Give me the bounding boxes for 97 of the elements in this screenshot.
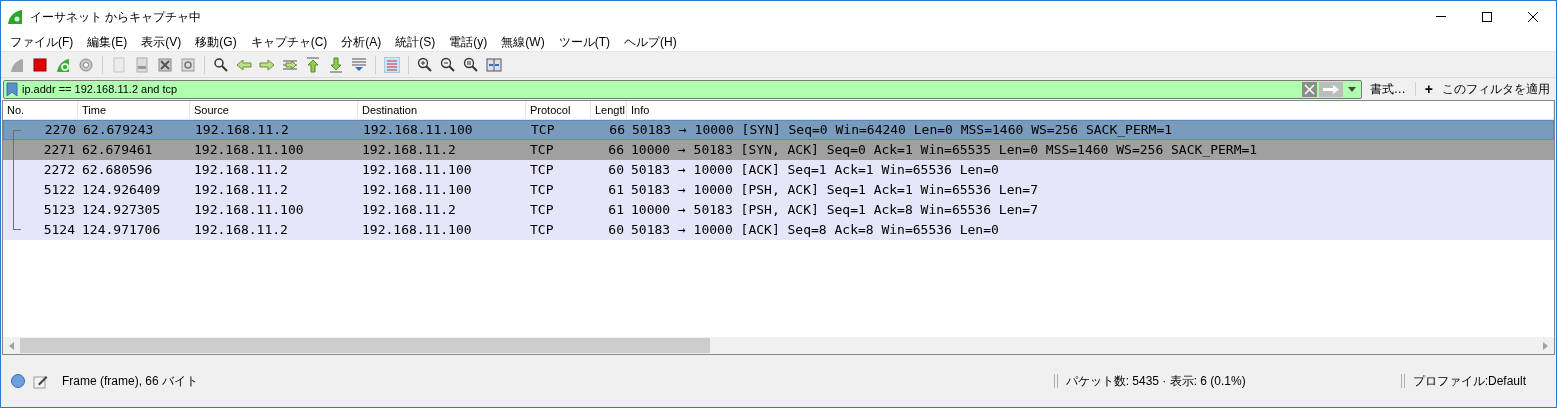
table-cell-text: 5123 <box>42 201 76 220</box>
packet-row[interactable]: 5123 124.927305 192.168.11.100 192.168.11.2 TCP 61 10000 → 50183 [PSH, ACK] Seq=1 Ack=8 Win=65536 Len=7 <box>3 200 1554 220</box>
shark-fin-icon[interactable] <box>9 56 25 73</box>
table-cell-text: 124.927305 <box>81 201 162 220</box>
table-cell-text: 50183 → 10000 [ACK] Seq=8 Ack=8 Win=65536 Len=0 <box>630 221 1000 240</box>
table-cell-text: 60 <box>607 221 625 240</box>
table-cell-text: 61 <box>607 181 625 200</box>
table-cell-text: 62.680596 <box>81 161 154 180</box>
table-cell-text: TCP <box>529 161 555 180</box>
table-cell-text: 50183 → 10000 [SYN] Seq=0 Win=64240 Len=0 MSS=1460 WS=256 SACK_PERM=1 <box>631 121 1174 140</box>
menu-item[interactable]: 表示(V) <box>134 31 189 52</box>
table-cell-text: 66 <box>607 141 625 160</box>
dropdown-arrow-icon[interactable] <box>1347 86 1356 92</box>
resize-columns-icon[interactable] <box>486 56 502 73</box>
table-cell-text: 124.971706 <box>81 221 162 240</box>
menu-item[interactable]: ヘルプ(H) <box>617 31 684 52</box>
menu-item[interactable]: 移動(G) <box>188 31 244 52</box>
colorize-lines-icon[interactable] <box>384 56 400 73</box>
table-cell-text: TCP <box>529 221 555 240</box>
filter-field[interactable]: ip.addr == 192.168.11.2 and tcp <box>3 79 1362 99</box>
edit-note-icon[interactable] <box>33 373 48 389</box>
gear-icon[interactable] <box>78 56 94 73</box>
table-cell-text: 2270 <box>43 121 77 140</box>
table-cell-text: 2272 <box>42 161 76 180</box>
menu-item[interactable]: 無線(W) <box>494 31 552 52</box>
profile-text: プロファイル:Default <box>1412 373 1526 390</box>
clear-icon[interactable] <box>1301 81 1317 97</box>
status-circle-icon[interactable] <box>11 374 25 388</box>
packet-row[interactable]: 5122 124.926409 192.168.11.2 192.168.11.100 TCP 61 50183 → 10000 [PSH, ACK] Seq=1 Ack=1 Win=65536 Len=7 <box>3 180 1554 200</box>
menu-item[interactable]: キャプチャ(C) <box>243 31 335 52</box>
table-cell-text: 2271 <box>42 141 76 160</box>
table-cell-text: 62.679243 <box>82 121 155 140</box>
window-title: イーサネット からキャプチャ中 <box>30 8 202 26</box>
table-cell-text: 192.168.11.100 <box>361 181 473 200</box>
bookmark-icon <box>6 81 18 97</box>
packet-row[interactable]: 5124 124.971706 192.168.11.2 192.168.11.100 TCP 60 50183 → 10000 [ACK] Seq=8 Ack=8 Win=65536 Len=0 <box>3 220 1554 240</box>
table-cell-text: 192.168.11.2 <box>361 201 457 220</box>
table-cell-text: 66 <box>608 121 626 140</box>
table-cell-text: 192.168.11.2 <box>361 141 457 160</box>
table-cell-text: 192.168.11.100 <box>193 141 305 160</box>
packet-row[interactable]: 2272 62.680596 192.168.11.2 192.168.11.100 TCP 60 50183 → 10000 [ACK] Seq=1 Ack=1 Win=65536 Len=0 <box>3 160 1554 180</box>
zoom-out-icon[interactable] <box>440 56 456 73</box>
table-cell-text: 10000 → 50183 [PSH, ACK] Seq=1 Ack=8 Win=65536 Len=7 <box>630 201 1039 220</box>
menu-item[interactable]: ファイル(F) <box>3 31 81 52</box>
close-file-icon[interactable] <box>157 56 173 73</box>
table-cell-text: 192.168.11.2 <box>193 181 289 200</box>
table-cell-text: 50183 → 10000 [PSH, ACK] Seq=1 Ack=1 Win=65536 Len=7 <box>630 181 1039 200</box>
close-icon <box>1528 11 1538 22</box>
apply-filter-button[interactable]: このフィルタを適用 <box>1442 80 1550 98</box>
restart-icon[interactable] <box>55 56 71 73</box>
scroll-right-icon[interactable] <box>1543 341 1548 350</box>
table-cell-text: 5122 <box>42 181 76 200</box>
table-cell-text: 50183 → 10000 [ACK] Seq=1 Ack=1 Win=65536 Len=0 <box>630 161 1000 180</box>
table-cell-text: 192.168.11.100 <box>361 221 473 240</box>
autoscroll-icon[interactable] <box>351 56 367 73</box>
zoom-in-icon[interactable] <box>417 56 433 73</box>
binary-file-icon[interactable] <box>134 56 150 73</box>
table-cell-text: 192.168.11.100 <box>361 161 473 180</box>
format-button[interactable]: 書式… <box>1367 80 1408 98</box>
scroll-left-icon[interactable] <box>9 341 14 350</box>
zoom-reset-icon[interactable] <box>463 56 479 73</box>
table-cell-text: TCP <box>529 181 555 200</box>
table-cell-text: 61 <box>607 201 625 220</box>
filter-input[interactable]: ip.addr == 192.168.11.2 and tcp <box>22 81 1302 97</box>
table-cell-text: TCP <box>530 121 556 140</box>
maximize-icon <box>1482 11 1492 22</box>
table-cell-text: 192.168.11.2 <box>193 221 289 240</box>
app-logo-icon <box>7 8 23 25</box>
table-cell-text: 124.926409 <box>81 181 162 200</box>
table-cell-text: 192.168.11.2 <box>193 161 289 180</box>
table-cell-text: 192.168.11.2 <box>194 121 290 140</box>
table-cell-text: 5124 <box>42 221 76 240</box>
arrow-left-icon[interactable] <box>236 56 252 73</box>
menu-item[interactable]: 電話(y) <box>442 31 495 52</box>
frame-info-text: Frame (frame), 66 バイト <box>62 373 199 390</box>
table-cell-text: 192.168.11.100 <box>362 121 474 140</box>
menu-item[interactable]: ツール(T) <box>551 31 617 52</box>
packet-row[interactable]: 2271 62.679461 192.168.11.100 192.168.11.2 TCP 66 10000 → 50183 [SYN, ACK] Seq=0 Ack=1 Win=65535 Len=0 MSS=1460 WS=256 SACK_PERM=1 <box>3 140 1554 160</box>
arrow-down-icon[interactable] <box>328 56 344 73</box>
table-cell-text: 60 <box>607 161 625 180</box>
add-filter-button[interactable]: + <box>1422 78 1435 100</box>
table-cell-text: TCP <box>529 141 555 160</box>
reload-file-icon[interactable] <box>180 56 196 73</box>
packet-count-text: パケット数: 5435 · 表示: 6 (0.1%) <box>1065 373 1247 390</box>
packet-row[interactable]: 2270 62.679243 192.168.11.2 192.168.11.100 TCP 66 50183 → 10000 [SYN] Seq=0 Win=64240 Len=0 MSS=1460 WS=256 SACK_PERM=1 <box>3 120 1554 140</box>
table-cell-text: 192.168.11.100 <box>193 201 305 220</box>
search-icon[interactable] <box>213 56 229 73</box>
arrow-right-icon[interactable] <box>259 56 275 73</box>
table-cell-text: 62.679461 <box>81 141 154 160</box>
menu-item[interactable]: 統計(S) <box>388 31 443 52</box>
minimize-icon <box>1436 16 1446 17</box>
menu-item[interactable]: 編集(E) <box>80 31 135 52</box>
menu-item[interactable]: 分析(A) <box>334 31 389 52</box>
table-cell-text: TCP <box>529 201 555 220</box>
arrow-up-icon[interactable] <box>305 56 321 73</box>
table-cell-text: 10000 → 50183 [SYN, ACK] Seq=0 Ack=1 Win=65535 Len=0 MSS=1460 WS=256 SACK_PERM=1 <box>630 141 1259 160</box>
stop-icon[interactable] <box>32 56 48 73</box>
